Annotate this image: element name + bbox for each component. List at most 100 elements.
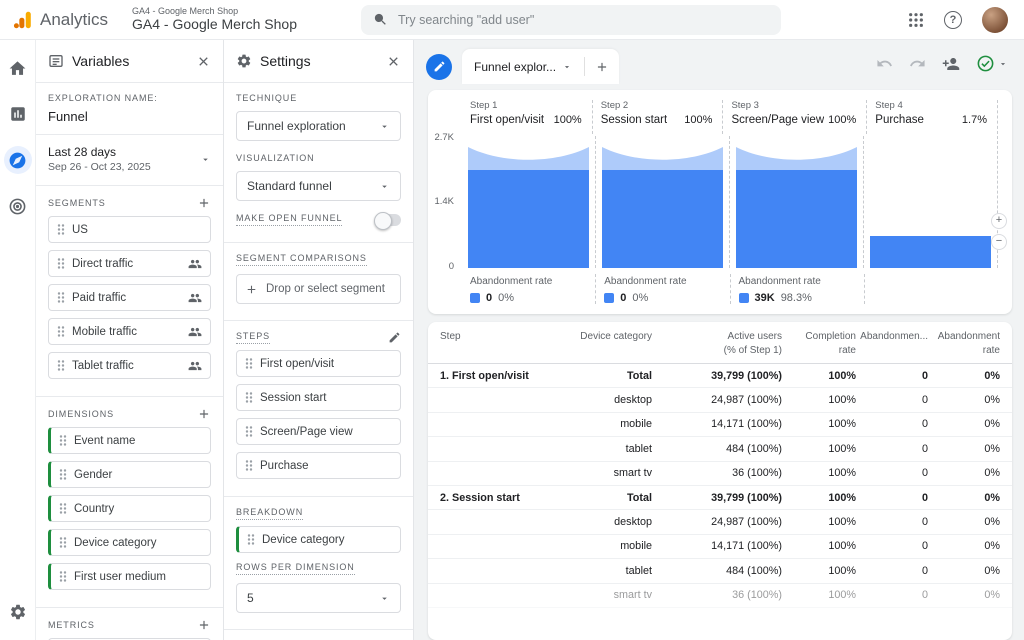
table-row[interactable]: smart tv36 (100%)100%00% <box>428 584 1012 608</box>
analytics-logo[interactable]: Analytics <box>0 9 118 31</box>
table-row[interactable]: mobile14,171 (100%)100%00% <box>428 413 1012 437</box>
help-icon[interactable]: ? <box>944 11 962 29</box>
add-segment-icon[interactable] <box>197 196 211 210</box>
abandonment-label: Abandonment rate <box>604 276 721 287</box>
shared-segment-icon <box>188 291 202 305</box>
breakdown-chip[interactable]: Device category <box>236 526 401 553</box>
drag-handle-icon <box>245 357 253 370</box>
funnel-step-chip[interactable]: Screen/Page view <box>236 418 401 445</box>
drag-handle-icon <box>59 434 67 447</box>
table-cell: 2. Session start <box>440 492 552 504</box>
dimension-chip[interactable]: Country <box>48 495 211 522</box>
user-avatar[interactable] <box>982 7 1008 33</box>
admin-gear-icon[interactable] <box>4 598 32 626</box>
chip-label: US <box>72 224 88 236</box>
nav-rail <box>0 40 36 640</box>
dimension-chip[interactable]: Device category <box>48 529 211 556</box>
redo-icon[interactable] <box>909 55 926 72</box>
table-row[interactable]: smart tv36 (100%)100%00% <box>428 462 1012 486</box>
table-cell: 0% <box>928 467 1000 479</box>
table-cell: 100% <box>782 394 856 406</box>
abandonment-rate: 0% <box>498 292 514 304</box>
table-row[interactable]: 1. First open/visitTotal39,799 (100%)100… <box>428 364 1012 388</box>
add-tab-button[interactable] <box>585 49 619 84</box>
zoom-out-icon[interactable]: − <box>991 234 1007 250</box>
table-row[interactable]: 2. Session startTotal39,799 (100%)100%00… <box>428 486 1012 510</box>
date-range-value: Sep 26 - Oct 23, 2025 <box>48 161 151 173</box>
property-switcher[interactable]: GA4 - Google Merch Shop GA4 - Google Mer… <box>132 7 297 32</box>
search-bar[interactable]: Try searching "add user" <box>361 5 781 35</box>
variables-close-icon[interactable] <box>196 54 211 69</box>
apps-grid-icon[interactable] <box>908 12 924 28</box>
table-column-header[interactable]: Abandonmentrate <box>928 330 1000 357</box>
abandonment-value: 39K <box>755 292 775 304</box>
segment-comparisons-label: SEGMENT COMPARISONS <box>236 253 367 266</box>
settings-close-icon[interactable] <box>386 54 401 69</box>
funnel-step-header: Step 4Purchase1.7% <box>867 100 998 134</box>
edit-steps-icon[interactable] <box>388 331 401 344</box>
exploration-name-value[interactable]: Funnel <box>36 109 223 124</box>
export-status-button[interactable] <box>976 54 1008 73</box>
funnel-bar[interactable] <box>596 136 730 268</box>
table-cell: 0% <box>928 565 1000 577</box>
funnel-step-chip[interactable]: Purchase <box>236 452 401 479</box>
nav-explore-icon[interactable] <box>4 146 32 174</box>
abandonment-value: 0 <box>486 292 492 304</box>
zoom-in-icon[interactable]: + <box>991 213 1007 229</box>
table-cell: 100% <box>782 589 856 601</box>
date-range-picker[interactable]: Last 28 days Sep 26 - Oct 23, 2025 <box>36 143 223 175</box>
table-column-header[interactable]: Abandonmen... <box>856 330 928 344</box>
funnel-bar-solid <box>602 170 723 268</box>
segment-chip[interactable]: Tablet traffic <box>48 352 211 379</box>
table-column-header[interactable]: Active users(% of Step 1) <box>652 330 782 357</box>
table-cell: 100% <box>782 418 856 430</box>
table-cell: 39,799 (100%) <box>652 492 782 504</box>
visualization-select[interactable]: Standard funnel <box>236 171 401 201</box>
table-column-header[interactable]: Step <box>440 330 552 344</box>
segment-chip[interactable]: Paid traffic <box>48 284 211 311</box>
table-cell: 0% <box>928 394 1000 406</box>
settings-title: Settings <box>260 53 311 69</box>
nav-advertising-icon[interactable] <box>4 192 32 220</box>
dimension-chip[interactable]: Gender <box>48 461 211 488</box>
funnel-chart: 2.7K1.4K0 <box>462 136 998 268</box>
share-add-user-icon[interactable] <box>942 55 960 73</box>
funnel-step-chip[interactable]: Session start <box>236 384 401 411</box>
table-cell: 0 <box>856 540 928 552</box>
nav-home-icon[interactable] <box>4 54 32 82</box>
open-funnel-toggle[interactable] <box>375 214 401 226</box>
abandonment-value: 0 <box>620 292 626 304</box>
table-column-header[interactable]: Completionrate <box>782 330 856 357</box>
table-row[interactable]: mobile14,171 (100%)100%00% <box>428 535 1012 559</box>
dimension-chip[interactable]: First user medium <box>48 563 211 590</box>
table-row[interactable]: tablet484 (100%)100%00% <box>428 559 1012 583</box>
nav-reports-icon[interactable] <box>4 100 32 128</box>
segment-chip[interactable]: US <box>48 216 211 243</box>
segment-drop-zone[interactable]: Drop or select segment <box>236 274 401 304</box>
chip-label: Mobile traffic <box>72 326 137 338</box>
table-cell: 24,987 (100%) <box>652 516 782 528</box>
rows-per-dimension-select[interactable]: 5 <box>236 583 401 613</box>
funnel-step-chip[interactable]: First open/visit <box>236 350 401 377</box>
table-row[interactable]: tablet484 (100%)100%00% <box>428 437 1012 461</box>
tab-funnel-exploration[interactable]: Funnel explor... <box>462 49 584 84</box>
funnel-bar[interactable] <box>730 136 864 268</box>
undo-icon[interactable] <box>876 55 893 72</box>
segment-chip[interactable]: Direct traffic <box>48 250 211 277</box>
abandonment-cell: Abandonment rate00% <box>596 274 730 304</box>
funnel-bar[interactable] <box>462 136 596 268</box>
add-dimension-icon[interactable] <box>197 407 211 421</box>
table-cell: 100% <box>782 565 856 577</box>
technique-select[interactable]: Funnel exploration <box>236 111 401 141</box>
add-metric-icon[interactable] <box>197 618 211 632</box>
table-column-header[interactable]: Device category <box>552 330 652 344</box>
segment-chip[interactable]: Mobile traffic <box>48 318 211 345</box>
table-row[interactable]: desktop24,987 (100%)100%00% <box>428 388 1012 412</box>
table-cell: smart tv <box>552 589 652 601</box>
edit-pencil-icon[interactable] <box>426 54 452 80</box>
dimension-chip[interactable]: Event name <box>48 427 211 454</box>
funnel-bar[interactable] <box>864 136 998 268</box>
open-funnel-label: MAKE OPEN FUNNEL <box>236 213 342 226</box>
exploration-canvas: Funnel explor... <box>414 40 1024 640</box>
table-row[interactable]: desktop24,987 (100%)100%00% <box>428 510 1012 534</box>
